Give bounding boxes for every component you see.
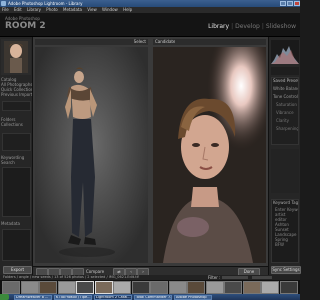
quick-develop-header <box>271 67 299 75</box>
select-label: Select <box>133 39 146 44</box>
maximize-button[interactable] <box>287 1 293 6</box>
window-title: Adobe Photoshop Lightroom - Library <box>8 1 83 6</box>
module-separator: | <box>231 23 234 30</box>
filter-stars[interactable] <box>222 276 248 279</box>
left-row[interactable]: Previous Import <box>1 92 32 97</box>
compare-view: Select Candidate <box>33 37 268 266</box>
title-bar: Adobe Photoshop Lightroom - Library <box>0 0 300 7</box>
filmstrip-thumb[interactable] <box>113 281 131 294</box>
right-panel: Saved Preset White Balance Tone Control … <box>268 37 301 275</box>
filmstrip-bar: Folders / angle / new seeds / 13 of 526 … <box>0 275 300 280</box>
toolbar: Compare ⇄ ‹ › Done <box>33 266 268 276</box>
menu-library[interactable]: Library <box>27 7 41 12</box>
filmstrip-thumb[interactable] <box>20 281 39 294</box>
candidate-photo[interactable] <box>153 47 266 263</box>
module-develop[interactable]: Develop <box>235 23 260 30</box>
folder-list[interactable] <box>2 167 31 217</box>
filmstrip-thumb[interactable] <box>131 281 150 294</box>
keyword-list[interactable]: Keyword Tags Enter Keywords artist edito… <box>271 199 299 263</box>
candidate-header: Candidate <box>153 39 266 45</box>
white-balance-label[interactable]: White Balance <box>272 86 298 91</box>
filmstrip-thumb[interactable] <box>242 281 261 294</box>
filmstrip-info: Folders / angle / new seeds / 13 of 526 … <box>3 275 139 279</box>
filmstrip-thumb[interactable] <box>57 281 76 294</box>
filmstrip-thumb[interactable] <box>205 281 224 294</box>
saved-preset-label[interactable]: Saved Preset <box>272 78 298 83</box>
module-library[interactable]: Library <box>208 23 229 30</box>
filmstrip-thumb[interactable] <box>279 281 298 294</box>
keyword-tags-header[interactable]: Keyword Tags <box>272 200 298 205</box>
keyword-panel-spacer <box>271 149 299 193</box>
task-button[interactable]: Total Commander 7... <box>134 295 172 300</box>
filmstrip-thumb[interactable] <box>76 281 94 294</box>
module-picker: Library | Develop | Slideshow <box>208 23 296 30</box>
menu-file[interactable]: File <box>2 7 9 12</box>
select-header: Select <box>35 39 148 45</box>
right-row[interactable]: Clarity <box>272 118 298 123</box>
task-button[interactable]: Dreamweaver 8 ... <box>14 295 52 300</box>
left-row[interactable]: Metadata <box>1 221 32 226</box>
left-subpanel <box>2 133 31 151</box>
right-row[interactable]: Sharpening <box>272 126 298 131</box>
histogram <box>271 40 299 64</box>
close-button[interactable] <box>294 1 300 6</box>
export-button[interactable]: Export <box>3 266 32 274</box>
filter-label: Filter : <box>208 275 221 280</box>
filmstrip-thumb[interactable] <box>224 281 242 294</box>
filmstrip-thumb[interactable] <box>150 281 168 294</box>
menu-window[interactable]: Window <box>102 7 118 12</box>
keyword-item[interactable]: BFW <box>272 242 298 247</box>
left-row[interactable]: Collections <box>1 122 32 127</box>
task-button[interactable]: K Постовой / Пре... <box>54 295 92 300</box>
filmstrip-thumb[interactable] <box>187 281 205 294</box>
filter-flags[interactable] <box>252 276 272 279</box>
menu-photo[interactable]: Photo <box>46 7 57 12</box>
filmstrip-thumb[interactable] <box>261 281 279 294</box>
left-row[interactable]: Search <box>1 160 32 165</box>
tone-control-label[interactable]: Tone Control <box>272 94 298 99</box>
right-row[interactable]: Vibrance <box>272 110 298 115</box>
identity-plate-line2: ROOM 2 <box>5 21 46 31</box>
app-icon <box>1 1 6 6</box>
left-panel: Catalog All Photographs Quick Collection… <box>0 37 33 275</box>
menu-help[interactable]: Help <box>123 7 132 12</box>
task-button[interactable]: Adobe Photoshop <box>174 295 212 300</box>
minimize-button[interactable] <box>280 1 286 6</box>
module-separator: | <box>261 23 264 30</box>
menu-metadata[interactable]: Metadata <box>63 7 82 12</box>
compare-label: Compare <box>86 269 105 274</box>
left-subpanel <box>2 101 31 111</box>
module-slideshow[interactable]: Slideshow <box>266 23 296 30</box>
metadata-list[interactable] <box>2 229 31 261</box>
start-button[interactable] <box>0 294 9 300</box>
navigator-preview[interactable] <box>1 39 31 75</box>
filmstrip-thumb[interactable] <box>2 281 20 294</box>
menu-view[interactable]: View <box>87 7 97 12</box>
filmstrip-thumb[interactable] <box>94 281 113 294</box>
filmstrip-thumb[interactable] <box>39 281 57 294</box>
right-row[interactable]: Saturation <box>272 102 298 107</box>
filmstrip-thumb[interactable] <box>168 281 187 294</box>
select-photo[interactable] <box>35 47 148 263</box>
quick-develop-panel: Saved Preset White Balance Tone Control … <box>271 77 299 145</box>
candidate-label: Candidate <box>155 39 176 44</box>
menu-edit[interactable]: Edit <box>14 7 22 12</box>
task-button-active[interactable]: Lightroom 2 Catal... <box>94 295 132 300</box>
sync-settings-button[interactable]: Sync Settings <box>271 266 301 274</box>
